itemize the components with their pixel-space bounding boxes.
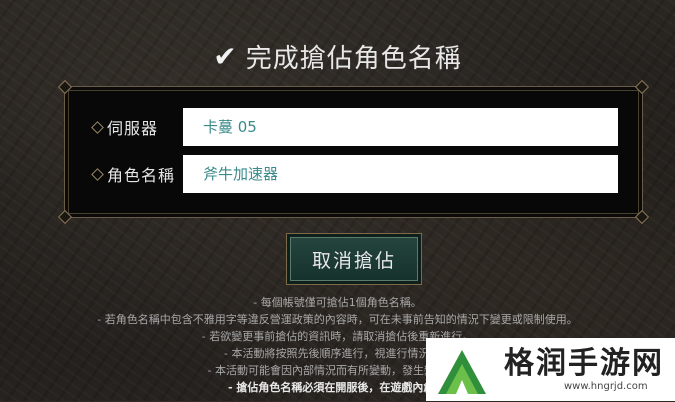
watermark: 格润手游网 www.hngrjd.com xyxy=(426,338,675,401)
cancel-reservation-button[interactable]: 取消搶佔 xyxy=(286,233,422,285)
character-row: 角色名稱 斧牛加速器 xyxy=(65,155,642,193)
corner-ornament xyxy=(634,79,650,95)
server-label: 伺服器 xyxy=(107,119,159,138)
watermark-logo-icon xyxy=(434,342,490,398)
notice-item: - 若角色名稱中包含不雅用字等違反營運政策的內容時，可在未事前告知的情況下變更或… xyxy=(97,313,578,326)
watermark-name: 格润手游网 xyxy=(504,345,664,381)
server-row: 伺服器 卡蔓 05 xyxy=(65,108,642,146)
checkmark-icon: ✔ xyxy=(213,40,238,73)
diamond-bullet-icon xyxy=(91,120,104,134)
diamond-bullet-icon xyxy=(91,167,104,181)
character-name-field[interactable]: 斧牛加速器 xyxy=(183,155,618,193)
character-name-label: 角色名稱 xyxy=(107,166,176,185)
page-title-text: 完成搶佔角色名稱 xyxy=(245,44,462,74)
server-field[interactable]: 卡蔓 05 xyxy=(183,108,618,146)
page-title: ✔ 完成搶佔角色名稱 xyxy=(0,38,675,75)
corner-ornament xyxy=(634,209,650,225)
notice-item: - 每個帳號僅可搶佔1個角色名稱。 xyxy=(253,296,422,309)
watermark-url: www.hngrjd.com xyxy=(564,380,648,392)
reservation-panel: 伺服器 卡蔓 05 角色名稱 斧牛加速器 xyxy=(57,79,650,225)
corner-ornament xyxy=(57,79,73,95)
corner-ornament xyxy=(57,209,73,225)
